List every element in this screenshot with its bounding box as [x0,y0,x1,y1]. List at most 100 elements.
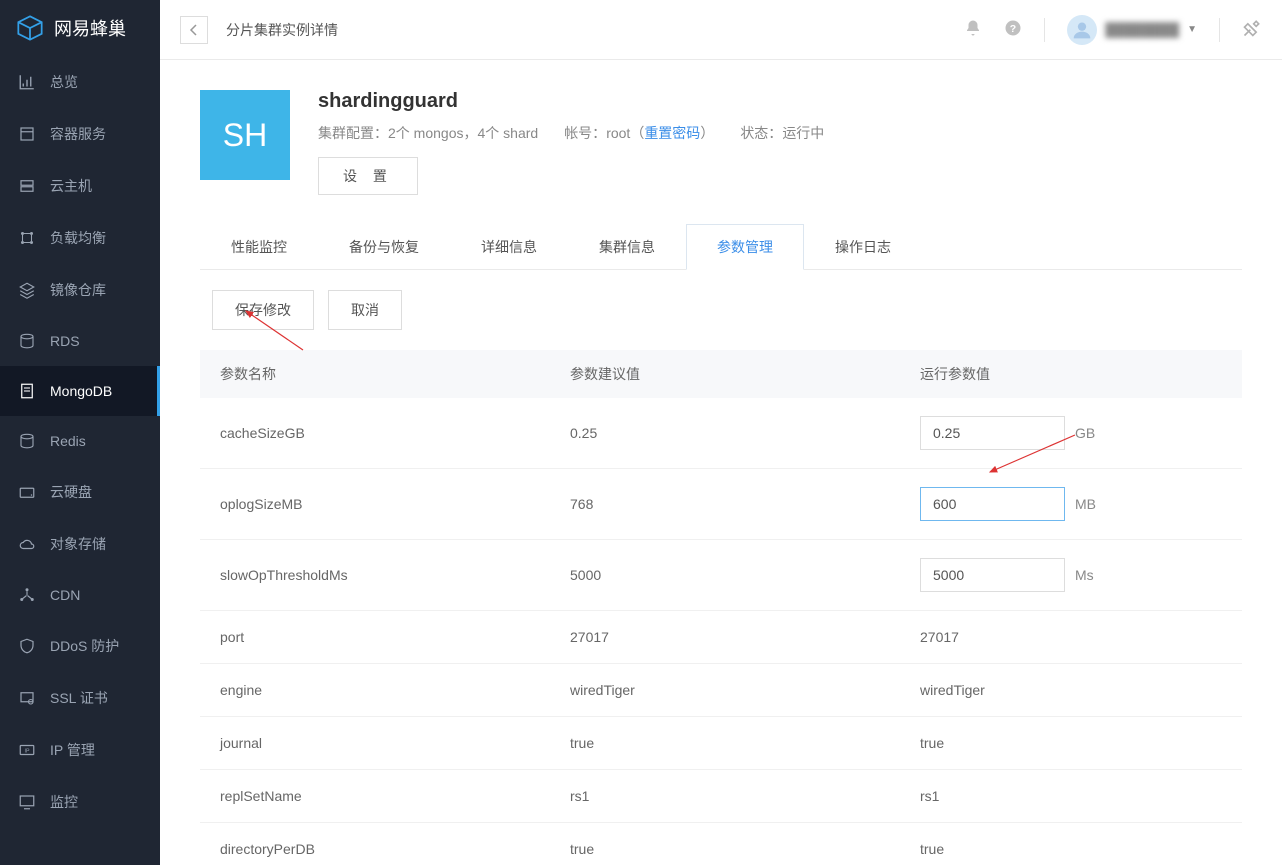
sidebar-item-label: 容器服务 [50,124,106,144]
username: ████████ [1105,22,1179,37]
param-input-cacheSizeGB[interactable] [920,416,1065,450]
brand-logo[interactable]: 网易蜂巢 [0,0,160,56]
suggest-value: true [570,841,920,857]
balance-icon [18,229,36,247]
run-value: rs1 [920,788,1222,804]
table-row: cacheSizeGB0.25GB [200,398,1242,469]
sidebar-item-label: MongoDB [50,383,112,399]
tab-4[interactable]: 参数管理 [686,224,804,270]
sidebar-item-label: IP 管理 [50,740,95,760]
sidebar-item-2[interactable]: 云主机 [0,160,160,212]
suggest-value: 27017 [570,629,920,645]
tab-3[interactable]: 集群信息 [568,224,686,270]
sidebar-item-label: 云硬盘 [50,482,92,502]
config-info: 集群配置：2个 mongos，4个 shard [318,123,538,143]
run-value: true [920,735,1222,751]
topbar: 分片集群实例详情 ? ████████ ▼ [160,0,1282,60]
sidebar-item-10[interactable]: CDN [0,570,160,620]
sidebar-item-14[interactable]: 监控 [0,776,160,828]
param-name: slowOpThresholdMs [220,567,570,583]
sidebar-item-label: 总览 [50,72,78,92]
tabs: 性能监控备份与恢复详细信息集群信息参数管理操作日志 [200,223,1242,270]
tab-1[interactable]: 备份与恢复 [318,224,450,270]
bell-icon[interactable] [964,19,982,40]
sidebar-item-label: DDoS 防护 [50,636,119,656]
box-icon [18,125,36,143]
monitor-icon [18,793,36,811]
param-name: oplogSizeMB [220,496,570,512]
sidebar-item-11[interactable]: DDoS 防护 [0,620,160,672]
chart-icon [18,73,36,91]
sidebar-item-7[interactable]: Redis [0,416,160,466]
user-menu[interactable]: ████████ ▼ [1067,15,1197,45]
tab-0[interactable]: 性能监控 [200,224,318,270]
brand-name: 网易蜂巢 [54,15,126,41]
sidebar-item-label: 监控 [50,792,78,812]
param-name: engine [220,682,570,698]
sidebar-item-4[interactable]: 镜像仓库 [0,264,160,316]
sidebar-item-13[interactable]: IP IP 管理 [0,724,160,776]
sidebar-item-label: Redis [50,433,86,449]
table-row: slowOpThresholdMs5000Ms [200,540,1242,611]
col-header-name: 参数名称 [220,364,570,384]
sidebar-item-6[interactable]: MongoDB [0,366,160,416]
chevron-left-icon [189,24,199,36]
cloud-icon [18,535,36,553]
run-value: 27017 [920,629,1222,645]
network-icon [18,586,36,604]
sidebar-item-5[interactable]: RDS [0,316,160,366]
svg-text:IP: IP [25,748,30,754]
sidebar-item-1[interactable]: 容器服务 [0,108,160,160]
table-row: directoryPerDBtruetrue [200,823,1242,865]
instance-header: SH shardingguard 集群配置：2个 mongos，4个 shard… [200,90,1242,195]
cert-icon [18,689,36,707]
db-icon [18,432,36,450]
reset-password-link[interactable]: 重置密码 [644,125,700,141]
unit-label: MB [1075,496,1096,512]
suggest-value: 0.25 [570,425,920,441]
sidebar-item-0[interactable]: 总览 [0,56,160,108]
sidebar-item-3[interactable]: 负载均衡 [0,212,160,264]
help-icon[interactable]: ? [1004,19,1022,40]
suggest-value: 768 [570,496,920,512]
param-table: 参数名称 参数建议值 运行参数值 cacheSizeGB0.25GBoplogS… [200,350,1242,865]
unit-label: GB [1075,425,1095,441]
back-button[interactable] [180,16,208,44]
tab-5[interactable]: 操作日志 [804,224,922,270]
sidebar-item-9[interactable]: 对象存储 [0,518,160,570]
tab-2[interactable]: 详细信息 [450,224,568,270]
table-row: journaltruetrue [200,717,1242,770]
instance-name: shardingguard [318,90,824,113]
avatar [1067,15,1097,45]
doc-icon [18,382,36,400]
settings-button[interactable]: 设 置 [318,157,418,195]
param-name: journal [220,735,570,751]
param-input-oplogSizeMB[interactable] [920,487,1065,521]
sidebar-item-8[interactable]: 云硬盘 [0,466,160,518]
sidebar-item-label: RDS [50,333,80,349]
svg-text:?: ? [1010,23,1016,35]
col-header-suggest: 参数建议值 [570,364,920,384]
table-row: enginewiredTigerwiredTiger [200,664,1242,717]
suggest-value: 5000 [570,567,920,583]
caret-down-icon: ▼ [1187,24,1197,35]
run-value: true [920,841,1222,857]
layers-icon [18,281,36,299]
disk-icon [18,483,36,501]
table-row: port2701727017 [200,611,1242,664]
sidebar-item-12[interactable]: SSL 证书 [0,672,160,724]
tools-icon[interactable] [1242,18,1262,41]
param-input-slowOpThresholdMs[interactable] [920,558,1065,592]
status-info: 状态：运行中 [740,123,824,143]
instance-badge: SH [200,90,290,180]
param-name: directoryPerDB [220,841,570,857]
server-icon [18,177,36,195]
divider [1219,18,1220,42]
save-button[interactable]: 保存修改 [212,290,314,330]
cancel-button[interactable]: 取消 [328,290,402,330]
table-header: 参数名称 参数建议值 运行参数值 [200,350,1242,398]
table-row: oplogSizeMB768 MB [200,469,1242,540]
sidebar: 网易蜂巢 总览容器服务云主机负载均衡镜像仓库 RDS MongoDB Redis 云硬盘… [0,0,160,865]
sidebar-item-label: 云主机 [50,176,92,196]
divider [1044,18,1045,42]
